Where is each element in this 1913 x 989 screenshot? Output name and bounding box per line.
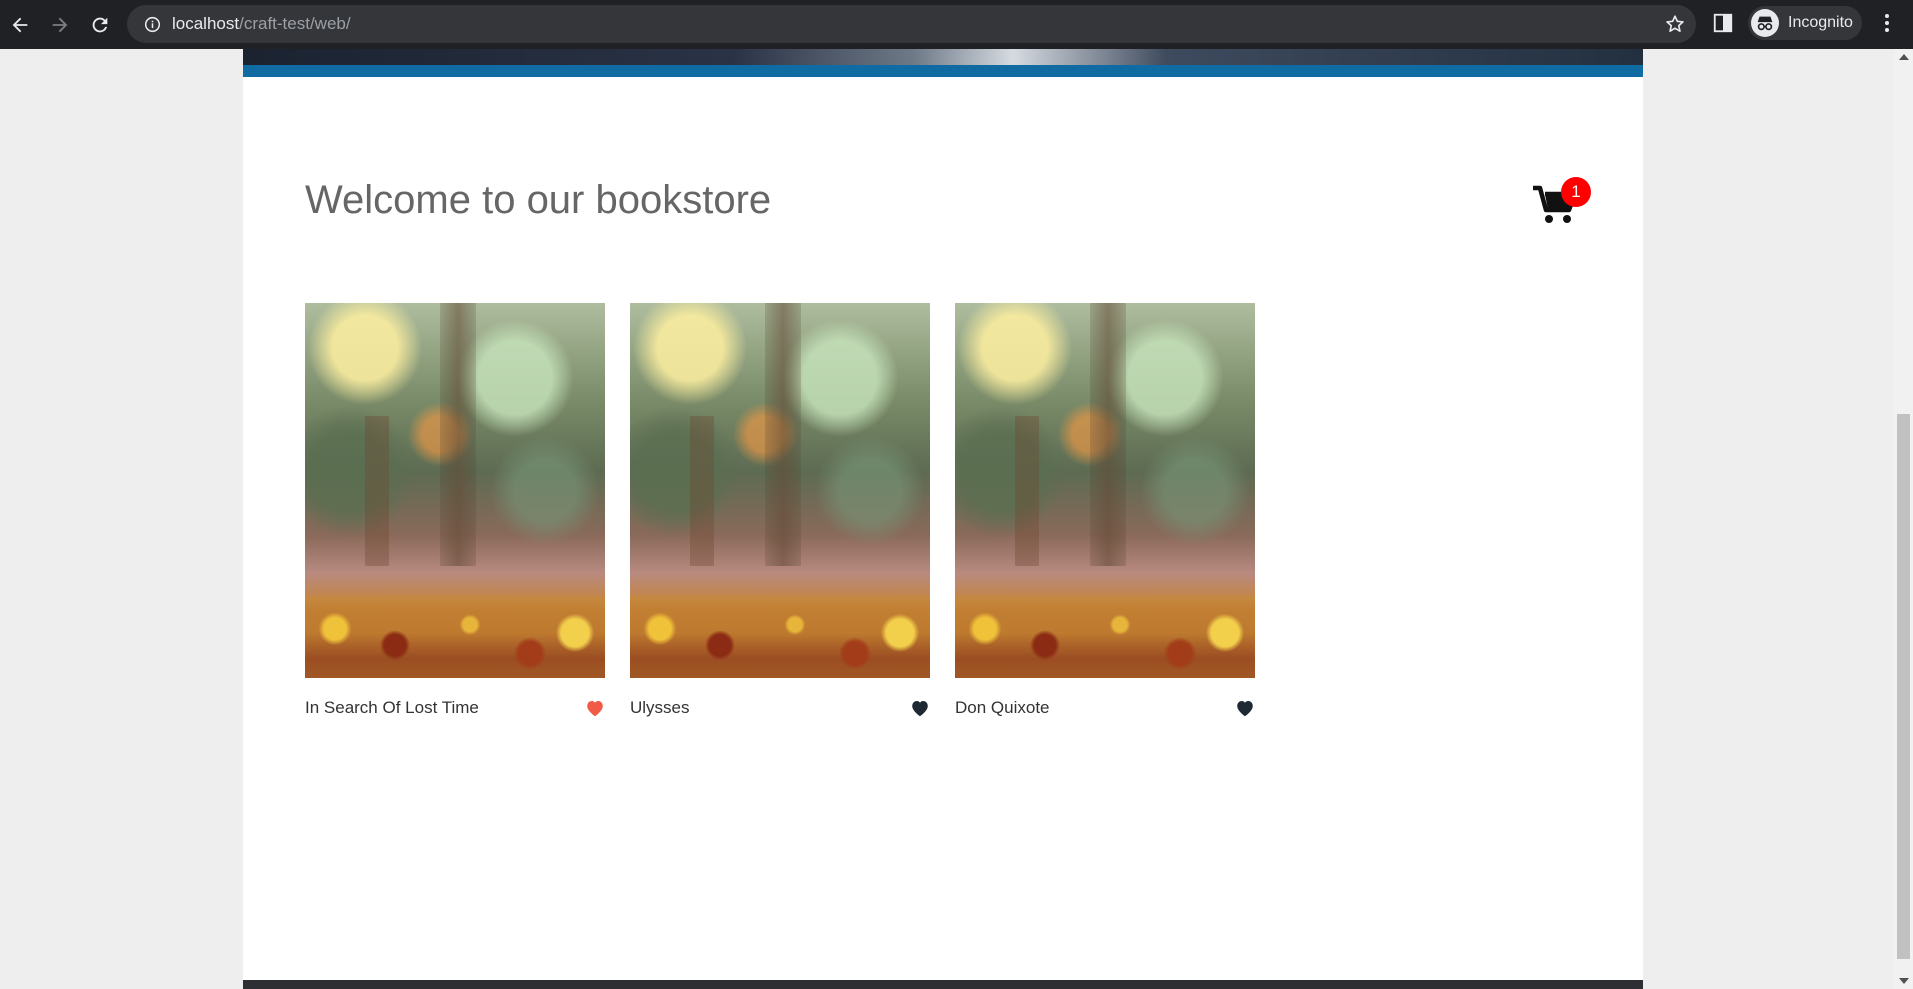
back-button[interactable] — [0, 5, 40, 45]
page-scrollbar[interactable] — [1894, 49, 1913, 989]
book-list: In Search Of Lost Time Ulysses Don Quixo… — [305, 303, 1255, 718]
incognito-profile-button[interactable]: Incognito — [1748, 6, 1862, 40]
incognito-icon — [1751, 9, 1779, 37]
address-bar[interactable]: localhost/craft-test/web/ — [127, 5, 1696, 43]
page-title: Welcome to our bookstore — [305, 178, 772, 222]
hero-image — [243, 49, 1643, 65]
heart-icon[interactable] — [910, 699, 930, 717]
cart-count-badge: 1 — [1561, 177, 1591, 207]
page-content: Welcome to our bookstore 1 In Search Of … — [243, 49, 1643, 989]
book-cover-image[interactable] — [630, 303, 930, 678]
scroll-thumb[interactable] — [1897, 414, 1910, 959]
book-card[interactable]: Don Quixote — [955, 303, 1255, 718]
reload-icon — [92, 17, 108, 32]
info-icon[interactable] — [142, 14, 162, 34]
star-icon[interactable] — [1664, 13, 1686, 35]
book-title[interactable]: In Search Of Lost Time — [305, 698, 479, 718]
reload-button[interactable] — [80, 5, 120, 45]
url-path: /craft-test/web/ — [239, 14, 351, 33]
cart-button[interactable]: 1 — [1533, 177, 1591, 227]
hero-accent-bar — [243, 65, 1643, 77]
scroll-down-arrow-icon[interactable] — [1899, 978, 1909, 984]
side-panel-icon[interactable] — [1712, 12, 1734, 34]
scroll-up-arrow-icon[interactable] — [1899, 54, 1909, 60]
heart-icon[interactable] — [1235, 699, 1255, 717]
forward-button[interactable] — [40, 5, 80, 45]
url-text: localhost/craft-test/web/ — [172, 14, 351, 34]
book-card[interactable]: Ulysses — [630, 303, 930, 718]
footer — [243, 980, 1643, 989]
book-cover-image[interactable] — [305, 303, 605, 678]
profile-label: Incognito — [1788, 14, 1853, 31]
heart-icon[interactable] — [585, 699, 605, 717]
browser-toolbar: localhost/craft-test/web/ Incognito — [0, 0, 1913, 49]
url-host: localhost — [172, 14, 240, 33]
book-title[interactable]: Don Quixote — [955, 698, 1050, 718]
arrow-right-icon — [52, 17, 68, 32]
book-title[interactable]: Ulysses — [630, 698, 690, 718]
book-card[interactable]: In Search Of Lost Time — [305, 303, 605, 718]
kebab-menu-icon[interactable] — [1877, 12, 1897, 34]
book-cover-image[interactable] — [955, 303, 1255, 678]
arrow-left-icon — [12, 17, 28, 32]
